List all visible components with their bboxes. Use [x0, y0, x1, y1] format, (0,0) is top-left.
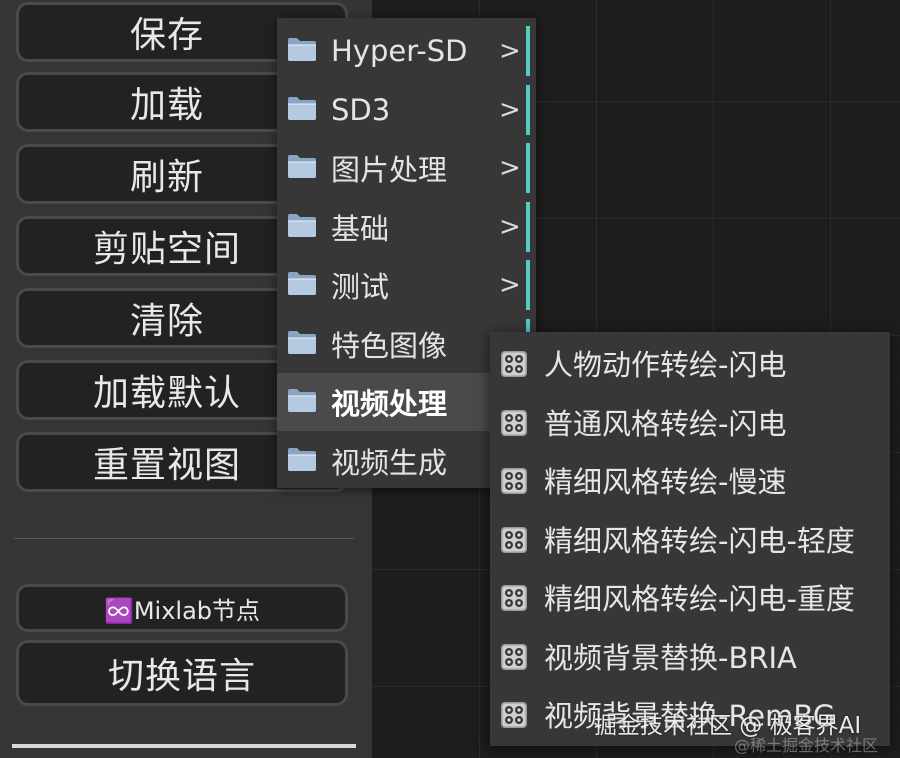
submenu-item-label: 视频背景替换-BRIA: [544, 640, 797, 675]
video-processing-submenu: 人物动作转绘-闪电 普通风格转绘-闪电 精细风格转绘-慢速精细风格转绘-闪电-轻度精…: [490, 332, 890, 746]
node-template-icon: [500, 643, 528, 671]
submenu-item-label: 普通风格转绘-闪电: [544, 406, 787, 441]
submenu-indicator: [526, 143, 530, 193]
submenu-item-label: 人物动作转绘-闪电: [544, 348, 787, 382]
mixlab-nodes-label: ♾️Mixlab节点: [103, 596, 261, 625]
node-template-icon: [500, 526, 528, 554]
context-menu-item[interactable]: 测试 >: [277, 256, 536, 314]
context-menu-item[interactable]: SD3 >: [277, 81, 536, 139]
submenu-item-label: 精细风格转绘-慢速: [544, 465, 787, 499]
clear-button-label: 清除: [129, 301, 204, 342]
submenu-item[interactable]: 视频背景替换-BRIA: [490, 627, 890, 685]
context-menu-item-label: 视频处理: [331, 387, 448, 421]
load-button-label: 加载: [129, 85, 204, 126]
submenu-item-label: 精细风格转绘-闪电-重度: [544, 582, 855, 616]
reset-view-button-label: 重置视图: [92, 445, 241, 486]
refresh-button-label: 刷新: [129, 157, 204, 198]
submenu-indicator: [526, 201, 530, 252]
submenu-item[interactable]: 精细风格转绘-闪电-重度: [490, 568, 890, 626]
chevron-right-icon: >: [499, 36, 521, 66]
submenu-item[interactable]: 精细风格转绘-闪电-轻度: [490, 510, 890, 568]
submenu-item[interactable]: 精细风格转绘-慢速: [490, 451, 890, 509]
submenu-item[interactable]: 人物动作转绘-闪电: [490, 334, 890, 392]
context-menu-item[interactable]: Hyper-SD >: [277, 22, 536, 80]
context-menu-item-label: 视频生成: [331, 445, 448, 480]
submenu-indicator: [526, 84, 530, 135]
context-menu-item[interactable]: 基础 >: [277, 198, 536, 256]
submenu-indicator: [526, 260, 530, 310]
node-template-icon: [500, 584, 528, 612]
context-menu-item-label: 特色图像: [331, 328, 448, 363]
load-default-button-label: 加载默认: [92, 373, 241, 414]
folder-icon: [287, 446, 317, 472]
folder-icon: [287, 36, 317, 62]
mixlab-nodes-button[interactable]: ♾️Mixlab节点: [16, 584, 348, 632]
context-menu-item-label: 图片处理: [331, 153, 448, 187]
folder-icon: [287, 270, 317, 296]
watermark-subtext: @稀土掘金技术社区: [734, 736, 879, 755]
chevron-right-icon: >: [499, 153, 521, 183]
submenu-indicator: [526, 26, 530, 76]
context-menu-item-label: SD3: [331, 92, 391, 127]
node-template-icon: [500, 409, 528, 437]
context-menu-item-label: 基础: [331, 211, 390, 246]
chevron-right-icon: >: [499, 94, 521, 125]
folder-icon: [287, 153, 317, 179]
clipspace-button-label: 剪贴空间: [92, 229, 241, 270]
node-template-icon: [500, 701, 528, 729]
context-menu-item[interactable]: 图片处理 >: [277, 139, 536, 197]
folder-icon: [287, 387, 317, 413]
folder-icon: [287, 212, 317, 238]
submenu-item-label: 精细风格转绘-闪电-轻度: [544, 523, 855, 558]
folder-icon: [287, 95, 317, 121]
save-button-label: 保存: [129, 15, 204, 56]
chevron-right-icon: >: [499, 270, 521, 300]
folder-icon: [287, 329, 317, 355]
switch-language-button[interactable]: 切换语言: [16, 640, 348, 706]
switch-language-label: 切换语言: [107, 656, 256, 697]
node-template-icon: [500, 467, 528, 495]
context-menu-item-label: Hyper-SD: [331, 34, 468, 68]
chevron-right-icon: >: [499, 211, 521, 242]
node-template-icon: [500, 350, 528, 378]
menu-divider: [14, 538, 354, 539]
submenu-item[interactable]: 普通风格转绘-闪电: [490, 393, 890, 451]
context-menu-item-label: 测试: [331, 270, 390, 304]
bottom-divider: [12, 744, 356, 748]
